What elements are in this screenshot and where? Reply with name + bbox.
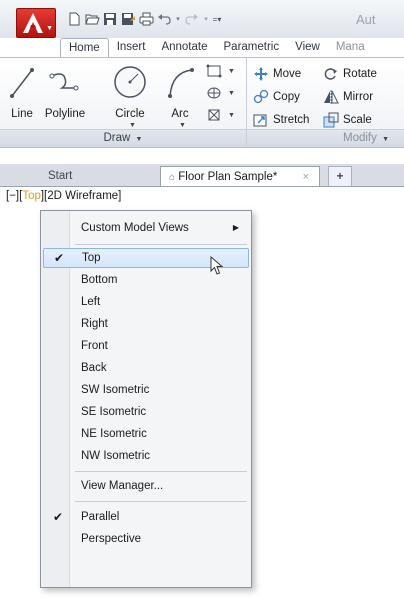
copy-icon [253, 89, 269, 104]
chevron-down-icon: ▼ [228, 89, 235, 97]
rotate-icon [324, 68, 337, 80]
menu-item-back[interactable]: Back [43, 358, 249, 378]
menu-item-se-isometric[interactable]: SE Isometric [43, 402, 249, 422]
menu-item-perspective[interactable]: Perspective [43, 529, 249, 549]
tab-insert[interactable]: Insert [109, 38, 154, 57]
modify-panel: Move Rotate Copy Mirror Stretch Scale Mo… [247, 58, 404, 147]
ribbon-tabs: Home Insert Annotate Parametric View Man… [60, 38, 373, 58]
plot-icon[interactable] [138, 11, 154, 27]
save-icon[interactable] [102, 11, 118, 27]
checkmark-icon: ✔ [53, 510, 64, 524]
menu-item-custom-model-views[interactable]: Custom Model Views ▶ [43, 218, 249, 238]
application-menu-button[interactable]: ▼ [16, 8, 56, 38]
move-icon [254, 67, 268, 81]
save-as-icon[interactable] [120, 11, 136, 27]
arc-tool[interactable]: Arc ▼ [158, 62, 202, 129]
copy-button[interactable]: Copy [253, 89, 300, 105]
scale-button[interactable]: Scale [323, 112, 372, 128]
tab-view[interactable]: View [287, 38, 328, 57]
tab-manage[interactable]: Mana [328, 38, 373, 57]
line-tool[interactable]: Line [4, 62, 40, 126]
line-icon [10, 68, 34, 98]
document-tabs: Start ⌂ Floor Plan Sample* × + [0, 164, 404, 187]
chevron-down-icon: ▼ [129, 122, 136, 129]
rectangle-icon [206, 64, 222, 78]
tab-annotate[interactable]: Annotate [153, 38, 215, 57]
undo-icon[interactable] [156, 11, 172, 27]
app-title: Aut [356, 12, 376, 27]
menu-item-ne-isometric[interactable]: NE Isometric [43, 424, 249, 444]
polyline-tool[interactable]: Polyline [40, 62, 90, 126]
chevron-down-icon: ▼ [135, 136, 143, 143]
quick-access-toolbar: ▾ ▾ =▾ [66, 10, 222, 28]
ribbon: Line Polyline Circle ▼ Arc ▼ ▼ ▼ ▼ Draw … [0, 57, 404, 148]
arc-icon [168, 68, 194, 98]
menu-separator [75, 501, 247, 502]
autocad-logo-icon [23, 13, 43, 33]
new-tab-button[interactable]: + [328, 166, 352, 186]
drawing-icon: ⌂ [169, 172, 176, 183]
scale-icon [323, 112, 339, 128]
mirror-icon [324, 90, 339, 104]
menu-item-nw-isometric[interactable]: NW Isometric [43, 446, 249, 466]
tab-home[interactable]: Home [60, 38, 109, 58]
mirror-button[interactable]: Mirror [323, 89, 373, 105]
tab-start[interactable]: Start [40, 166, 80, 186]
menu-item-right[interactable]: Right [43, 314, 249, 334]
close-icon[interactable]: × [303, 167, 309, 187]
checkmark-icon: ✔ [54, 251, 65, 265]
draw-panel: Line Polyline Circle ▼ Arc ▼ ▼ ▼ ▼ Draw … [0, 58, 247, 147]
chevron-down-icon: ▼ [179, 122, 186, 129]
redo-dropdown-icon[interactable]: ▾ [202, 11, 210, 27]
viewport-menu-control[interactable]: [−][ [6, 190, 22, 202]
view-cube-control[interactable]: Top [22, 190, 41, 202]
hatch-tool[interactable]: ▼ [206, 86, 235, 100]
redo-icon[interactable] [184, 11, 200, 27]
menu-separator [75, 244, 247, 245]
mouse-cursor-icon [210, 256, 224, 275]
viewport-controls: [−][Top][2D Wireframe] [6, 190, 121, 202]
circle-icon [114, 66, 146, 98]
menu-item-view-manager[interactable]: View Manager... [43, 476, 249, 496]
menu-item-parallel[interactable]: ✔ Parallel [43, 507, 249, 527]
boundary-icon [208, 109, 220, 121]
tab-floor-plan-sample[interactable]: ⌂ Floor Plan Sample* × [160, 166, 320, 186]
open-icon[interactable] [84, 11, 100, 27]
menu-separator [75, 471, 247, 472]
draw-panel-title[interactable]: Draw ▼ [0, 129, 246, 147]
stretch-button[interactable]: Stretch [253, 112, 309, 128]
chevron-down-icon: ▼ [228, 67, 235, 75]
title-bar: ▼ ▾ ▾ =▾ Aut [0, 0, 404, 38]
rectangle-tool[interactable]: ▼ [206, 64, 235, 78]
visual-style-control[interactable]: ][2D Wireframe] [41, 190, 122, 202]
autocad-window: ▼ ▾ ▾ =▾ Aut Home Insert Annotate Parame… [0, 0, 404, 608]
circle-tool[interactable]: Circle ▼ [108, 62, 152, 129]
hatch-icon [207, 87, 221, 99]
chevron-down-icon: ▼ [46, 25, 53, 32]
chevron-right-icon: ▶ [232, 223, 239, 232]
menu-item-sw-isometric[interactable]: SW Isometric [43, 380, 249, 400]
polyline-icon [49, 73, 79, 91]
rotate-button[interactable]: Rotate [323, 66, 377, 82]
chevron-down-icon: ▼ [382, 136, 390, 143]
undo-dropdown-icon[interactable]: ▾ [174, 11, 182, 27]
tab-parametric[interactable]: Parametric [216, 38, 288, 57]
menu-item-front[interactable]: Front [43, 336, 249, 356]
chevron-down-icon: ▼ [228, 111, 235, 119]
stretch-icon [253, 114, 267, 127]
move-button[interactable]: Move [253, 66, 301, 82]
modify-panel-title[interactable]: Modify ▼ [247, 129, 404, 147]
new-icon[interactable] [66, 11, 82, 27]
menu-item-left[interactable]: Left [43, 292, 249, 312]
boundary-tool[interactable]: ▼ [206, 108, 235, 122]
customize-toolbar-icon[interactable]: =▾ [212, 11, 222, 27]
